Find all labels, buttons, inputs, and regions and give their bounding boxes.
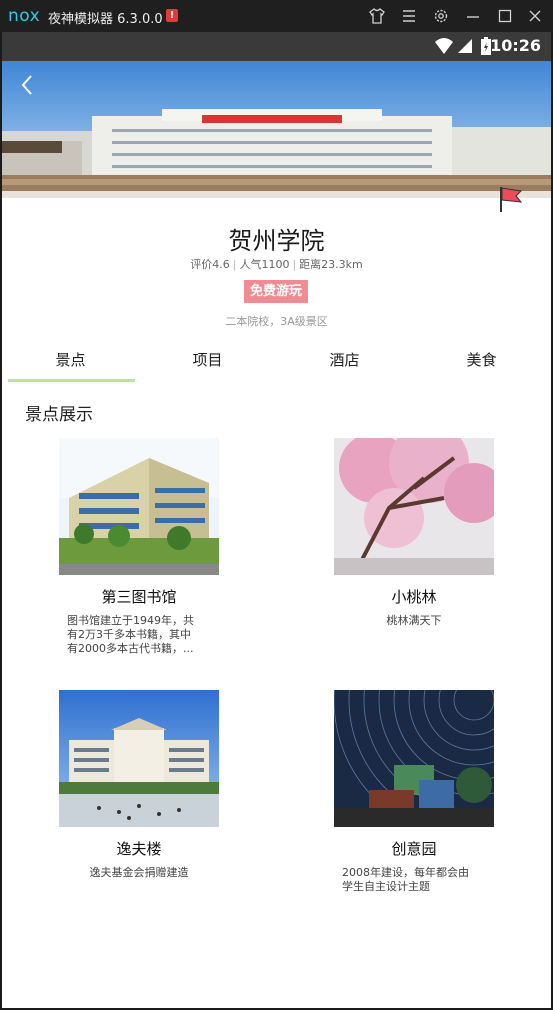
shirt-icon[interactable] (368, 7, 386, 25)
spot-name: 创意园 (391, 840, 437, 858)
maximize-icon[interactable] (496, 7, 514, 25)
emulator-titlebar: nox 夜神模拟器 6.3.0.0 ! (0, 0, 553, 32)
spot-description: 逸夫基金会捐赠建造 (89, 866, 189, 879)
flag-icon[interactable] (498, 185, 524, 213)
peach-grove-photo (334, 438, 494, 575)
app-screen: 贺州学院 评价4.6 | 人气1100 | 距离23.3km 免费游玩 二本院校，3A级… (2, 61, 551, 1008)
signal-icon (457, 38, 473, 58)
warning-badge[interactable]: ! (166, 9, 178, 22)
status-time: 10:26 (490, 36, 541, 55)
place-title: 贺州学院 (228, 227, 325, 255)
rating-text: 评价4.6 (190, 258, 230, 271)
creative-park-photo (334, 690, 494, 827)
place-stats: 评价4.6 | 人气1100 | 距离23.3km (190, 258, 363, 271)
minimize-icon[interactable] (464, 7, 482, 25)
tab-projects[interactable]: 项目 (139, 349, 276, 370)
tab-food[interactable]: 美食 (413, 349, 550, 370)
campus-banner-image (2, 61, 551, 198)
android-statusbar: 10:26 (2, 32, 551, 61)
popularity-text: 人气1100 (239, 258, 290, 271)
spot-description: 2008年建设，每年都会由学生自主设计主题 (342, 866, 469, 893)
spot-name: 第三图书馆 (101, 588, 177, 606)
yifu-building-photo (59, 690, 219, 827)
nox-logo: nox (8, 6, 41, 26)
active-tab-indicator (8, 379, 135, 382)
close-icon[interactable] (526, 7, 544, 25)
gear-icon[interactable] (432, 7, 450, 25)
section-title: 景点展示 (25, 405, 93, 425)
menu-icon[interactable] (400, 7, 418, 25)
tab-scenic[interactable]: 景点 (2, 349, 139, 370)
spot-name: 逸夫楼 (116, 840, 162, 858)
tab-hotels[interactable]: 酒店 (276, 349, 413, 370)
free-tag: 免费游玩 (244, 280, 308, 303)
distance-text: 距离23.3km (299, 258, 363, 271)
category-tabs: 景点 项目 酒店 美食 (2, 341, 551, 385)
spot-name: 小桃林 (391, 588, 437, 606)
spot-description: 图书馆建立于1949年，共有2万3千多本书籍，其中有2000多本古代书籍，... (67, 614, 194, 655)
place-subtitle: 二本院校，3A级景区 (225, 315, 328, 328)
window-title: 夜神模拟器 6.3.0.0 (48, 12, 163, 27)
library-photo (59, 438, 219, 575)
back-arrow-icon[interactable] (16, 73, 40, 97)
wifi-icon (434, 37, 454, 59)
spot-description: 桃林满天下 (386, 614, 442, 627)
